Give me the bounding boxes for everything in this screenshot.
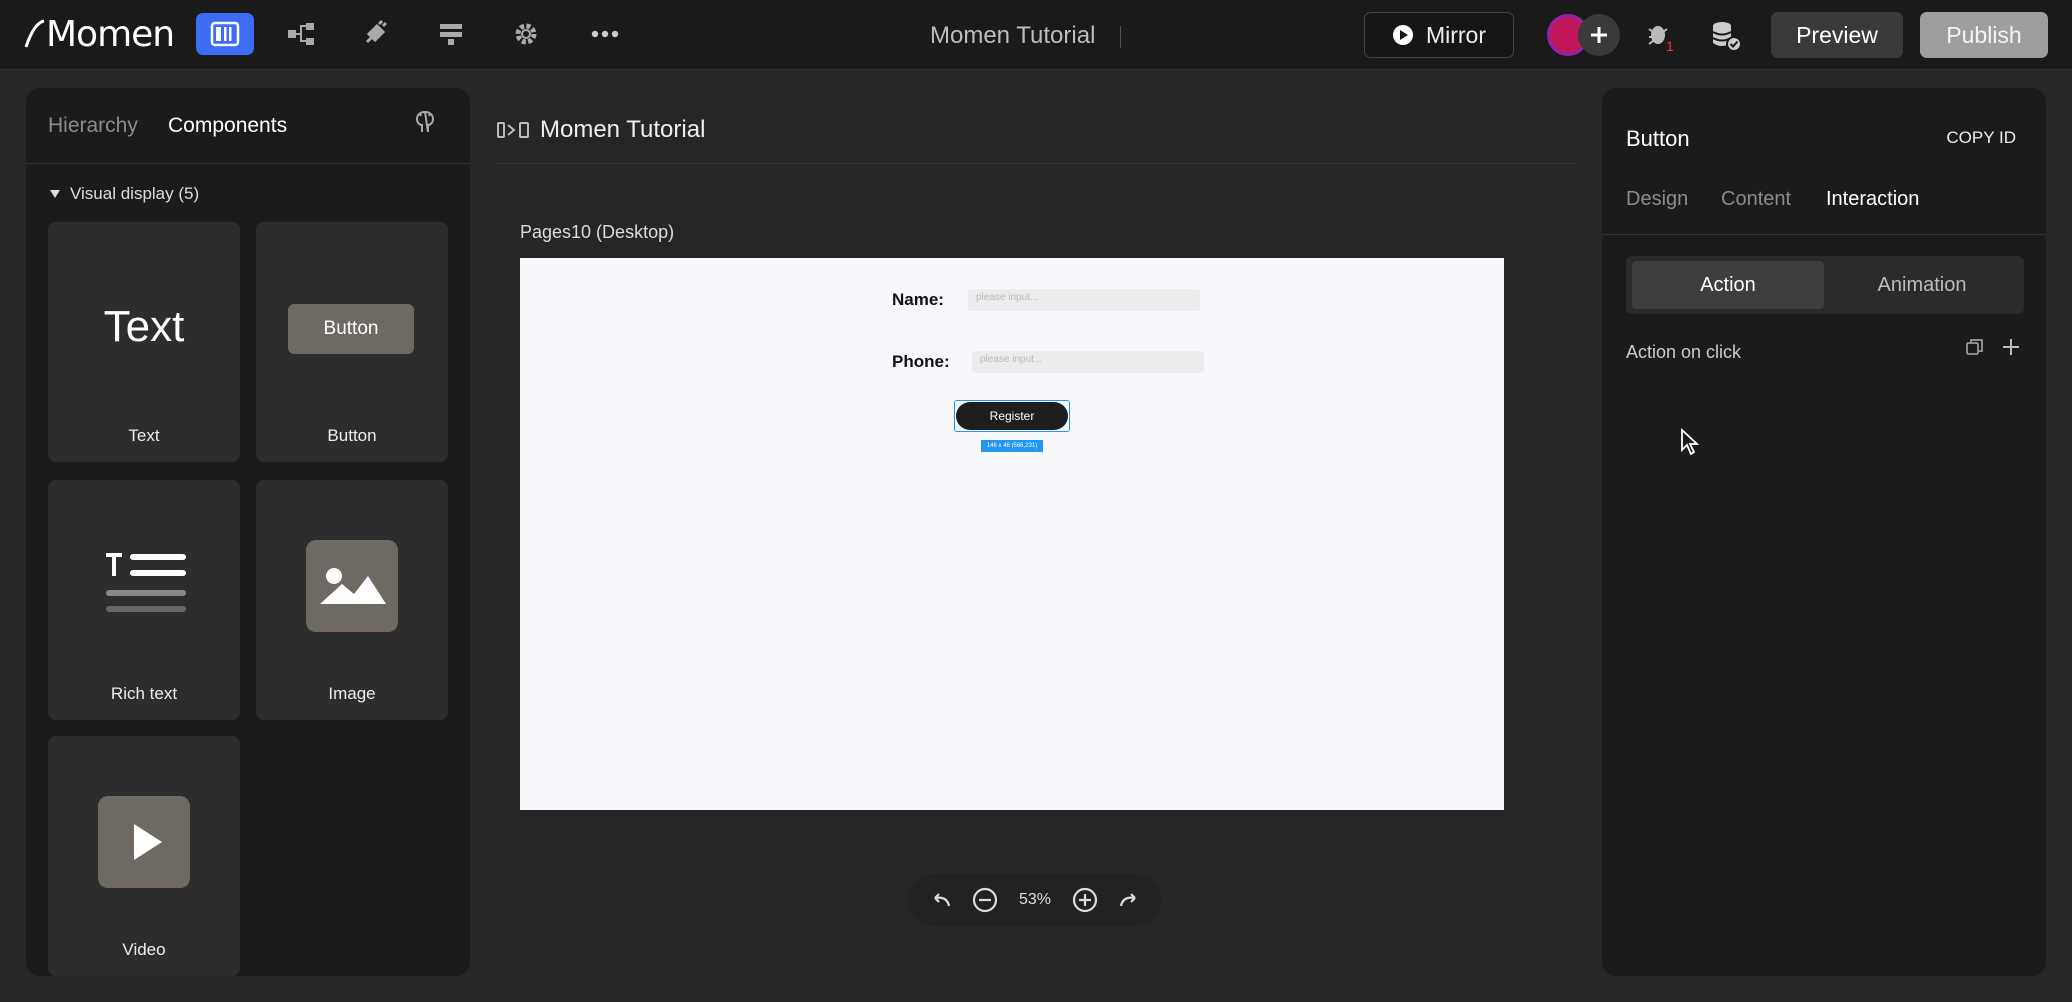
tab-components[interactable]: Components bbox=[168, 114, 287, 138]
components-icon bbox=[210, 21, 240, 47]
left-panel: Hierarchy Components Visual display (5) … bbox=[26, 88, 470, 976]
mouse-cursor-icon bbox=[1681, 428, 1700, 456]
publish-button[interactable]: Publish bbox=[1920, 12, 2048, 58]
canvas-title: Momen Tutorial bbox=[540, 116, 706, 143]
top-bar: Momen Momen Tutorial Mirror 1 Preview Pu… bbox=[0, 0, 2072, 70]
logo-swoosh-icon bbox=[24, 19, 45, 48]
add-action-icon[interactable] bbox=[2002, 338, 2020, 356]
right-panel: Button COPY ID Design Content Interactio… bbox=[1602, 88, 2046, 976]
tab-content[interactable]: Content bbox=[1721, 188, 1791, 211]
tab-interaction[interactable]: Interaction bbox=[1826, 188, 1919, 211]
database-button[interactable] bbox=[1706, 16, 1746, 56]
data-model-tool-button[interactable] bbox=[272, 13, 330, 55]
action-on-click-label: Action on click bbox=[1626, 342, 1742, 362]
add-collaborator-button[interactable] bbox=[1578, 14, 1620, 56]
tree-icon bbox=[288, 23, 314, 45]
preview-button[interactable]: Preview bbox=[1771, 12, 1903, 58]
github-icon[interactable] bbox=[414, 110, 436, 134]
page-path-icon bbox=[497, 122, 529, 138]
component-label: Text bbox=[128, 426, 160, 445]
undo-button[interactable] bbox=[929, 892, 951, 908]
selection-size-badge: 146 x 46 (566,231) bbox=[981, 440, 1043, 452]
play-icon bbox=[98, 796, 190, 888]
zoom-out-icon bbox=[972, 887, 997, 913]
caret-down-icon bbox=[50, 190, 60, 198]
mirror-label: Mirror bbox=[1425, 21, 1487, 48]
more-tool-button[interactable] bbox=[576, 13, 634, 55]
play-circle-icon bbox=[1392, 25, 1413, 45]
debug-button[interactable]: 1 bbox=[1641, 16, 1681, 56]
register-button[interactable]: Register bbox=[956, 402, 1068, 430]
component-label: Image bbox=[328, 684, 376, 703]
section-visual-display[interactable]: Visual display (5) bbox=[50, 184, 199, 204]
gear-icon bbox=[515, 23, 537, 45]
zoom-in-icon bbox=[1073, 887, 1098, 913]
selected-component-title: Button bbox=[1626, 126, 1690, 151]
bug-icon: 1 bbox=[1648, 26, 1674, 53]
zoom-out-button[interactable] bbox=[972, 887, 998, 913]
copy-id-button[interactable]: COPY ID bbox=[1946, 128, 2016, 148]
component-card-video[interactable]: Video bbox=[48, 736, 240, 976]
zoom-toolbar: 53% bbox=[908, 874, 1162, 926]
project-title: Momen Tutorial bbox=[930, 22, 1096, 49]
name-label: Name: bbox=[892, 290, 944, 309]
api-tool-button[interactable] bbox=[422, 13, 480, 55]
tabs-divider bbox=[1602, 234, 2046, 235]
layout-icon bbox=[440, 24, 462, 45]
redo-button[interactable] bbox=[1119, 892, 1141, 908]
component-card-text[interactable]: Text Text bbox=[48, 222, 240, 462]
component-label: Button bbox=[327, 426, 377, 445]
database-check-icon bbox=[1712, 22, 1742, 52]
button-preview: Button bbox=[288, 304, 414, 354]
text-preview: Text bbox=[103, 302, 185, 351]
name-input[interactable]: please input... bbox=[968, 289, 1200, 311]
undo-icon bbox=[933, 893, 950, 907]
bug-count-badge: 1 bbox=[1666, 38, 1674, 53]
settings-tool-button[interactable] bbox=[497, 13, 555, 55]
tab-design[interactable]: Design bbox=[1626, 188, 1688, 211]
segment-animation[interactable]: Animation bbox=[1826, 261, 2018, 309]
section-title: Visual display (5) bbox=[70, 184, 200, 203]
action-controls bbox=[1966, 338, 2020, 356]
component-label: Video bbox=[122, 940, 166, 959]
component-card-image[interactable]: Image bbox=[256, 480, 448, 720]
zoom-in-button[interactable] bbox=[1072, 887, 1098, 913]
plus-icon bbox=[1591, 27, 1607, 43]
actionflow-tool-button[interactable] bbox=[346, 13, 404, 55]
rich-text-icon bbox=[106, 553, 186, 612]
phone-label: Phone: bbox=[892, 352, 950, 371]
momen-logo[interactable]: Momen bbox=[24, 13, 175, 55]
component-card-rich-text[interactable]: Rich text bbox=[48, 480, 240, 720]
more-icon bbox=[591, 30, 619, 38]
image-icon bbox=[306, 540, 398, 632]
component-card-button[interactable]: Button Button bbox=[256, 222, 448, 462]
canvas-header: Momen Tutorial bbox=[496, 100, 705, 160]
mirror-button[interactable]: Mirror bbox=[1364, 12, 1514, 58]
interaction-segmented-control: Action Animation bbox=[1626, 256, 2024, 314]
page-label[interactable]: Pages10 (Desktop) bbox=[520, 222, 674, 243]
segment-action[interactable]: Action bbox=[1632, 261, 1824, 309]
component-label: Rich text bbox=[110, 684, 178, 703]
redo-icon bbox=[1120, 893, 1137, 907]
plug-icon bbox=[365, 20, 388, 44]
logo-text: Momen bbox=[46, 13, 175, 55]
artboard[interactable]: Name: please input... Phone: please inpu… bbox=[520, 258, 1504, 810]
phone-input[interactable]: please input... bbox=[972, 351, 1204, 373]
title-divider bbox=[1120, 26, 1121, 48]
zoom-level[interactable]: 53% bbox=[1019, 891, 1051, 909]
copy-icon[interactable] bbox=[1966, 338, 1984, 356]
components-tool-button[interactable] bbox=[196, 13, 254, 55]
tab-hierarchy[interactable]: Hierarchy bbox=[48, 114, 138, 138]
left-panel-tabs: Hierarchy Components bbox=[26, 88, 470, 164]
canvas-divider bbox=[496, 163, 1576, 164]
